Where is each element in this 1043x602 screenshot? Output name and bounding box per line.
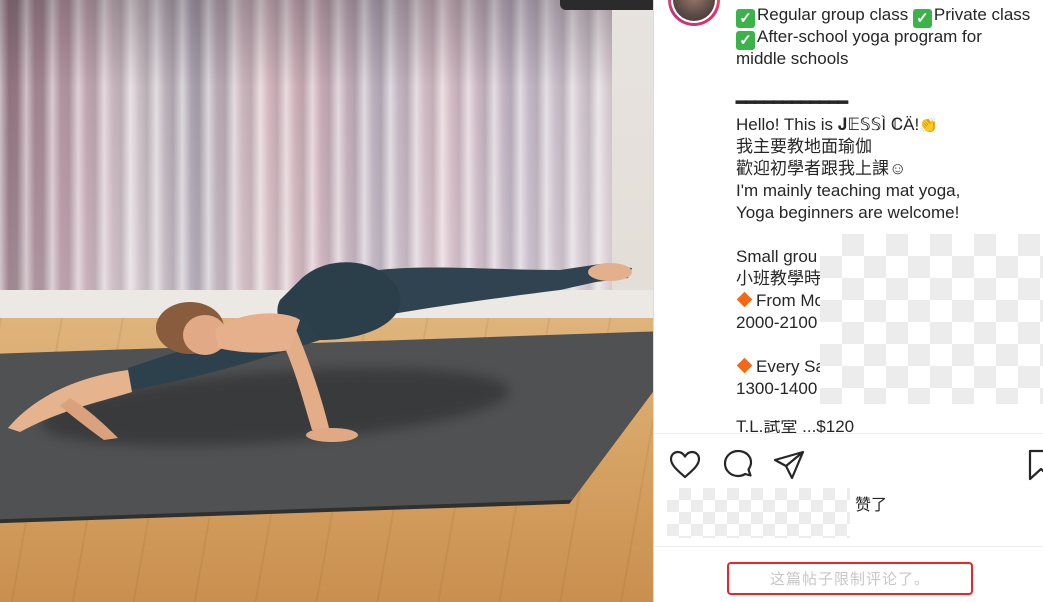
like-button[interactable] <box>668 448 702 482</box>
paper-plane-icon <box>773 450 805 480</box>
comments-divider-line <box>654 546 1043 547</box>
clapping-hands-icon: 👏 <box>919 117 938 134</box>
caption-divider: ━━━━━━━━━━━━ <box>736 93 848 112</box>
bookmark-icon <box>1028 449 1043 481</box>
caption-line: middle schools <box>736 49 849 68</box>
yoga-pose-figure <box>8 262 632 442</box>
caption-line: 我主要教地面瑜伽 <box>736 137 872 156</box>
comments-limited-text: 这篇帖子限制评论了。 <box>769 571 930 588</box>
caption-line: 歡迎初學者跟我上課☺ <box>736 159 907 178</box>
caption-line: Yoga beginners are welcome! <box>736 203 960 222</box>
post-photo[interactable] <box>0 0 653 602</box>
orange-diamond-icon <box>736 357 753 374</box>
comment-bubble-icon <box>723 449 753 478</box>
share-button[interactable] <box>772 448 806 482</box>
likes-redacted-mosaic <box>667 488 850 538</box>
caption-line-class-types: ✓ Regular group class ✓ Private class <box>736 4 1036 28</box>
caption-divider-line <box>654 433 1043 434</box>
likes-label[interactable]: 赞了 <box>855 491 887 515</box>
caption-cut-off-line: T.L.試堂 ...$120 <box>736 420 855 434</box>
curtain-rod <box>560 0 653 10</box>
comments-limited-notice: 这篇帖子限制评论了。 <box>727 562 973 595</box>
heart-icon <box>669 450 701 479</box>
orange-diamond-icon <box>736 291 753 308</box>
comment-button[interactable] <box>721 448 755 482</box>
caption-line: I'm mainly teaching mat yoga, <box>736 181 961 200</box>
caption-line-greeting: Hello! This is 𝐉𝔼𝕊𝕊Ì ℂÄ!👏 <box>736 114 1036 136</box>
save-button[interactable] <box>1024 448 1043 482</box>
caption-redacted-mosaic <box>820 234 1043 404</box>
post-action-bar <box>666 448 1043 482</box>
caption-line-after-school: ✓ After-school yoga program for <box>736 26 1036 50</box>
